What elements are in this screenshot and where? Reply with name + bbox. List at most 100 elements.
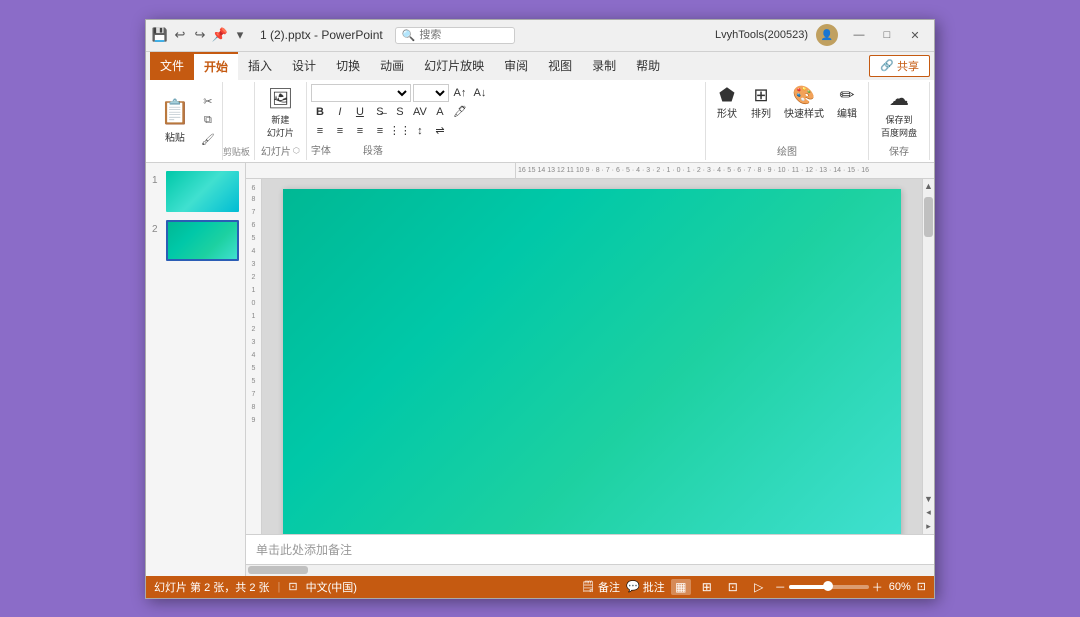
comments-toggle[interactable]: 💬 批注 — [626, 579, 665, 595]
avatar-icon: 👤 — [821, 30, 833, 41]
lvyh-tools-label: LvyhTools(200523) — [715, 29, 808, 41]
canvas-area — [246, 179, 922, 534]
quick-styles-button[interactable]: 🎨 快速样式 — [780, 84, 828, 122]
notes-toggle[interactable]: 🗒 备注 — [581, 579, 620, 595]
scroll-track — [923, 193, 934, 492]
tab-view[interactable]: 视图 — [538, 52, 582, 80]
restore-button[interactable]: □ — [874, 24, 900, 46]
tab-review[interactable]: 审阅 — [494, 52, 538, 80]
scroll-thumb[interactable] — [924, 197, 933, 237]
arrange-icon: ⊞ — [753, 86, 768, 104]
bold-button[interactable]: B — [311, 103, 329, 121]
scroll-prev-button[interactable]: ◂ — [923, 506, 934, 520]
search-box[interactable]: 🔍 — [395, 27, 515, 44]
slide-item-2[interactable]: 2 — [152, 220, 239, 261]
shadow-button[interactable]: S — [391, 103, 409, 121]
search-input[interactable] — [419, 29, 499, 41]
arrange-button[interactable]: ⊞ 排列 — [746, 84, 776, 122]
notes-status-label: 备注 — [598, 579, 620, 595]
tab-record[interactable]: 录制 — [582, 52, 626, 80]
char-spacing-button[interactable]: AV — [411, 103, 429, 121]
zoom-in-icon[interactable]: ＋ — [872, 579, 883, 595]
zoom-thumb[interactable] — [823, 581, 833, 591]
tab-design[interactable]: 设计 — [282, 52, 326, 80]
slide-panel[interactable]: 1 2 — [146, 163, 246, 576]
close-button[interactable]: ✕ — [902, 24, 928, 46]
zoom-track[interactable] — [789, 585, 869, 589]
increase-font-button[interactable]: A↑ — [451, 84, 469, 102]
strikethrough-button[interactable]: S̶ — [371, 103, 389, 121]
slides-expand-icon[interactable]: ⬡ — [293, 146, 300, 155]
paste-left: 📋 粘贴 — [154, 96, 196, 146]
user-avatar[interactable]: 👤 — [816, 24, 838, 46]
align-center-button[interactable]: ≡ — [331, 122, 349, 140]
tab-file[interactable]: 文件 — [150, 52, 194, 80]
undo-icon[interactable]: ↩ — [172, 27, 188, 43]
vertical-scrollbar[interactable]: ▲ ▼ ◂ ▸ — [922, 179, 934, 534]
italic-button[interactable]: I — [331, 103, 349, 121]
columns-button[interactable]: ⋮⋮ — [391, 122, 409, 140]
notes-icon: 🗒 — [581, 580, 595, 593]
canvas-wrapper: 16 15 14 13 12 11 10 9 · 8 · 7 · 6 · 5 ·… — [246, 163, 934, 576]
share-button[interactable]: 🔗 共享 — [869, 55, 930, 77]
h-scroll-thumb[interactable] — [248, 566, 308, 574]
underline-button[interactable]: U — [351, 103, 369, 121]
horizontal-ruler: 16 15 14 13 12 11 10 9 · 8 · 7 · 6 · 5 ·… — [246, 163, 934, 179]
tab-home[interactable]: 开始 — [194, 52, 238, 80]
copy-button[interactable]: ⧉ — [198, 112, 218, 130]
fit-window-icon[interactable]: ⊡ — [917, 580, 926, 593]
slide-canvas[interactable] — [283, 189, 901, 534]
line-spacing-button[interactable]: ↕ — [411, 122, 429, 140]
save-icon[interactable]: 💾 — [152, 27, 168, 43]
slides-group: 🖼 新建幻灯片 幻灯片 ⬡ — [255, 82, 307, 160]
scroll-up-button[interactable]: ▲ — [923, 179, 934, 193]
new-slide-button[interactable]: 🖼 新建幻灯片 — [261, 84, 300, 141]
edit-drawing-button[interactable]: ✏ 编辑 — [832, 84, 862, 122]
pin-icon[interactable]: 📌 — [212, 27, 228, 43]
scroll-down-button[interactable]: ▼ — [923, 492, 934, 506]
normal-view-button[interactable]: ▦ — [671, 579, 691, 595]
align-right-button[interactable]: ≡ — [351, 122, 369, 140]
tab-slideshow[interactable]: 幻灯片放映 — [414, 52, 494, 80]
align-left-button[interactable]: ≡ — [311, 122, 329, 140]
save-baidu-button[interactable]: ☁ 保存到百度网盘 — [875, 84, 923, 141]
shape-button[interactable]: ⬟ 形状 — [712, 84, 742, 122]
drawing-label: 绘图 — [777, 143, 797, 158]
font-family-select[interactable] — [311, 84, 411, 102]
clipboard-actions: ✂ ⧉ 🖌 — [196, 93, 218, 149]
format-painter-button[interactable]: 🖌 — [198, 131, 218, 149]
zoom-out-icon[interactable]: － — [775, 579, 786, 595]
text-direction-button[interactable]: ⇌ — [431, 122, 449, 140]
cut-button[interactable]: ✂ — [198, 93, 218, 111]
slide-thumb-1[interactable] — [166, 171, 239, 212]
redo-icon[interactable]: ↪ — [192, 27, 208, 43]
tab-animations[interactable]: 动画 — [370, 52, 414, 80]
new-slide-icon: 🖼 — [268, 86, 293, 111]
tab-insert[interactable]: 插入 — [238, 52, 282, 80]
reading-view-button[interactable]: ⊡ — [723, 579, 743, 595]
title-bar-right: LvyhTools(200523) 👤 — □ ✕ — [715, 24, 928, 46]
tab-transitions[interactable]: 切换 — [326, 52, 370, 80]
zoom-fill — [789, 585, 825, 589]
font-size-select[interactable] — [413, 84, 449, 102]
slide-thumb-2[interactable] — [166, 220, 239, 261]
paste-button[interactable]: 📋 粘贴 — [154, 96, 196, 146]
zoom-slider[interactable]: － ＋ — [775, 579, 883, 595]
minimize-button[interactable]: — — [846, 24, 872, 46]
horizontal-scrollbar[interactable] — [246, 564, 934, 576]
slide-item-1[interactable]: 1 — [152, 171, 239, 212]
scroll-next-button[interactable]: ▸ — [923, 520, 934, 534]
decrease-font-button[interactable]: A↓ — [471, 84, 489, 102]
tab-help[interactable]: 帮助 — [626, 52, 670, 80]
title-bar-left: 💾 ↩ ↪ 📌 ▾ 1 (2).pptx - PowerPoint 🔍 — [152, 27, 715, 44]
ribbon-tabs: 文件 开始 插入 设计 切换 动画 幻灯片放映 审阅 视图 录制 帮助 🔗 共享 — [146, 52, 934, 80]
slideshow-button[interactable]: ▷ — [749, 579, 769, 595]
slide-sorter-button[interactable]: ⊞ — [697, 579, 717, 595]
font-color-button[interactable]: A — [431, 103, 449, 121]
highlight-button[interactable]: 🖊 — [451, 103, 469, 121]
share-label: 共享 — [897, 58, 919, 74]
notes-area[interactable]: 单击此处添加备注 — [246, 534, 934, 564]
more-tb-icon[interactable]: ▾ — [232, 27, 248, 43]
justify-button[interactable]: ≡ — [371, 122, 389, 140]
layout-icon: ⊡ — [288, 580, 297, 593]
